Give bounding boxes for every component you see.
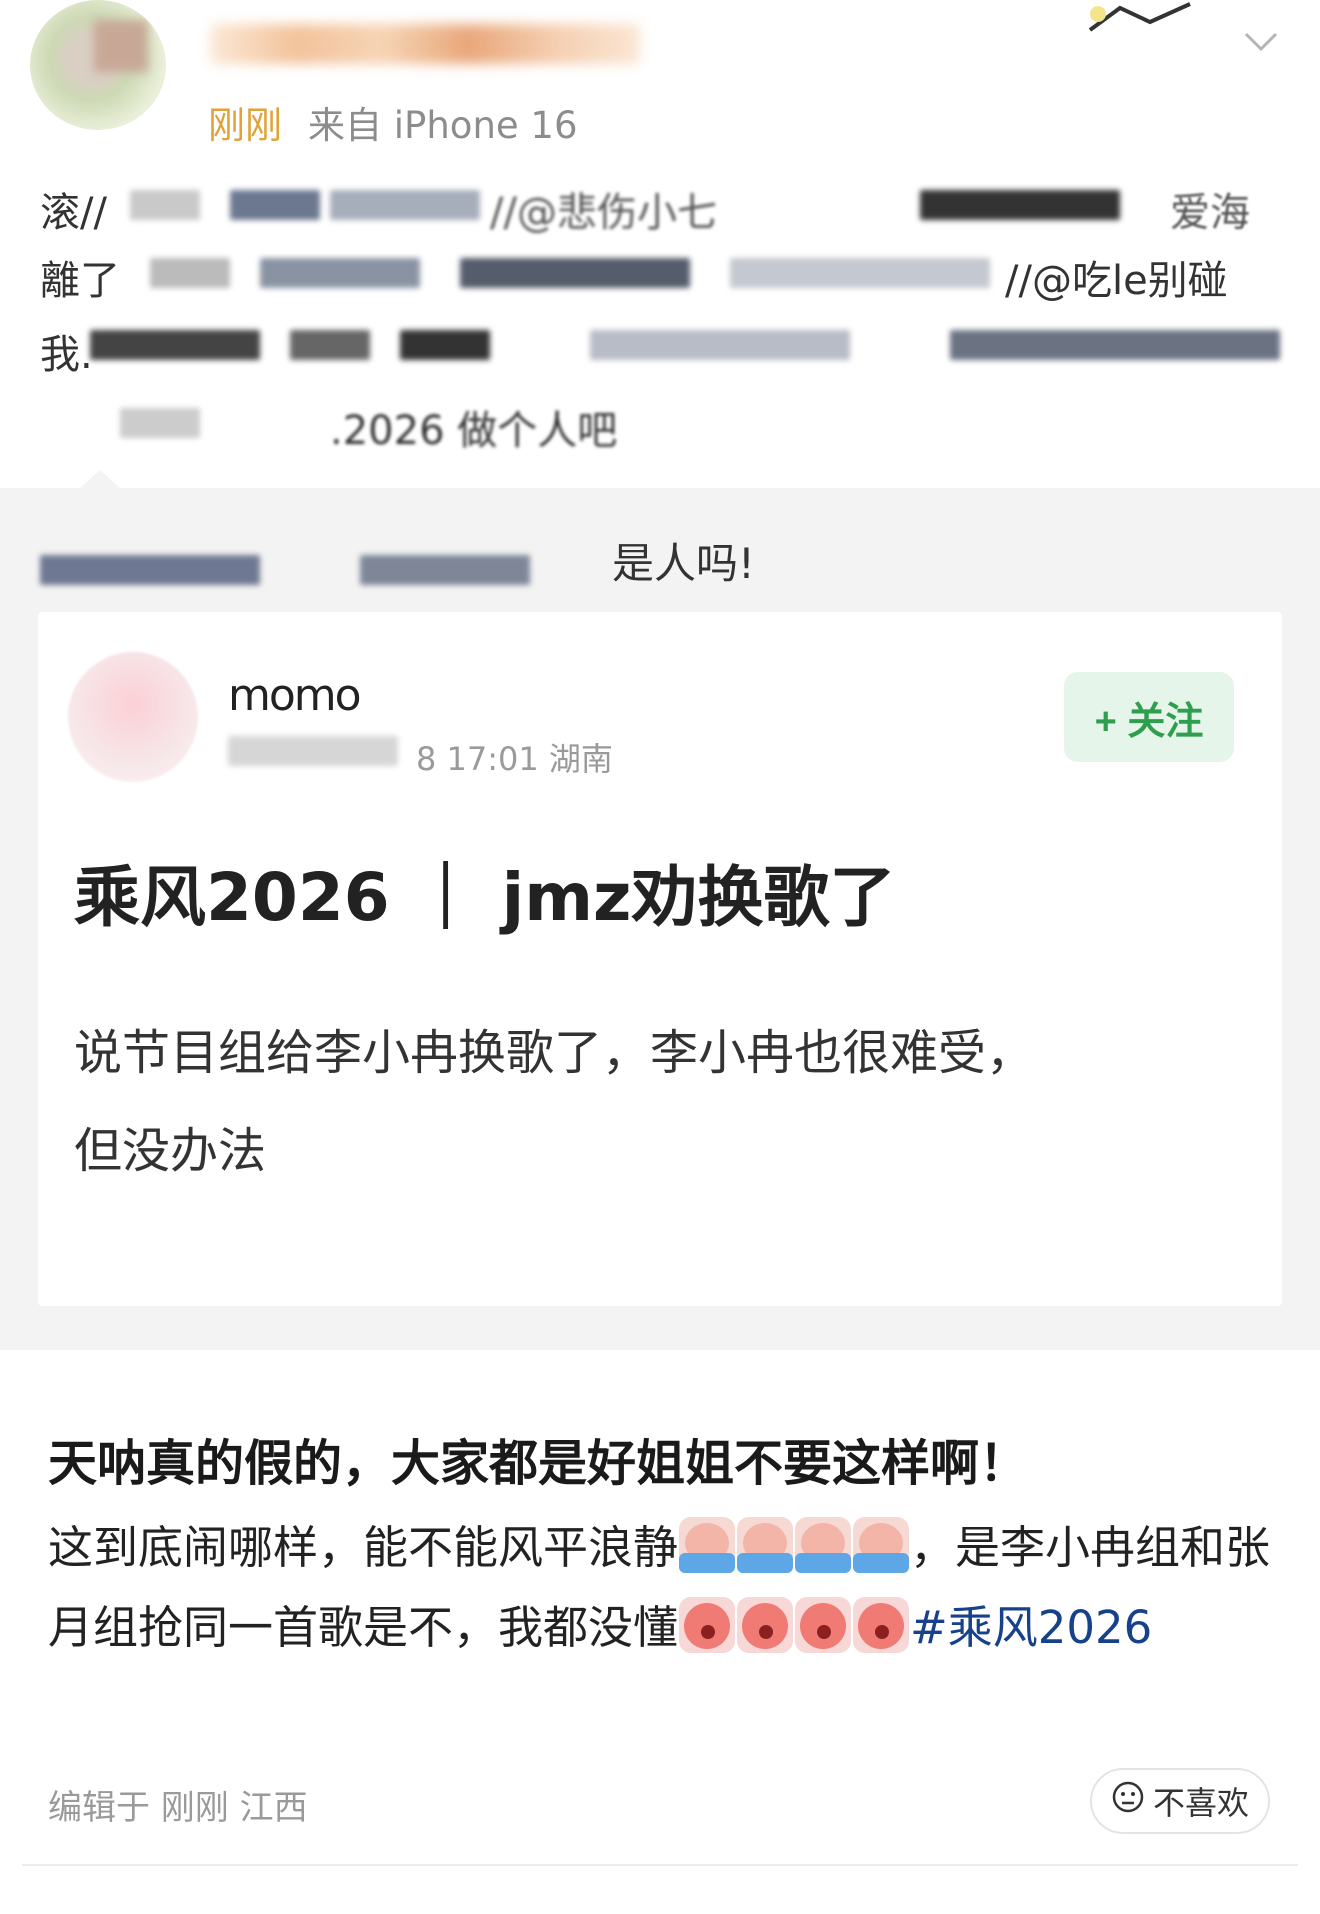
- post-source: 来自 iPhone 16: [308, 104, 578, 147]
- card-avatar[interactable]: [68, 652, 198, 782]
- blur-block: [150, 258, 230, 288]
- blur-block: [120, 408, 200, 438]
- emoji-sad-icon: [737, 1597, 794, 1653]
- dislike-label: 不喜欢: [1152, 1784, 1249, 1822]
- blur-block: [330, 190, 480, 220]
- blur-block: [360, 555, 530, 585]
- divider: [22, 1864, 1298, 1866]
- emoji-crying-icon: [737, 1517, 794, 1573]
- chain-line1-start: 滚//: [40, 190, 107, 236]
- card-body-line2: 但没办法: [74, 1123, 267, 1179]
- card-meta: 8 17:01 湖南: [416, 740, 613, 778]
- author-name-blurred[interactable]: [210, 24, 640, 64]
- blur-block: [400, 330, 490, 360]
- blur-block: [90, 330, 260, 360]
- chevron-down-icon[interactable]: [1240, 20, 1282, 62]
- emoji-sad-icon: [679, 1597, 736, 1653]
- emoji-sad-icon: [853, 1597, 910, 1653]
- author-avatar[interactable]: [30, 0, 166, 130]
- blur-block: [290, 330, 370, 360]
- blur-block: [920, 190, 1120, 220]
- chain-line3-start: 我.: [40, 332, 93, 378]
- blur-block: [40, 555, 260, 585]
- blur-block: [950, 330, 1280, 360]
- dislike-button[interactable]: 不喜欢: [1090, 1768, 1270, 1834]
- embedded-post-card[interactable]: momo 8 17:01 湖南 + 关注 乘风2026 ｜ jmz劝换歌了 说节…: [38, 612, 1282, 1306]
- post-body-part1: 这到底闹哪样，能不能风平浪静: [48, 1521, 679, 1574]
- blur-block: [460, 258, 690, 288]
- chain-line2-start: 離了: [40, 258, 120, 304]
- decoration-image: [1080, 0, 1210, 36]
- card-body-line1: 说节目组给李小冉换歌了，李小冉也很难受，: [74, 1025, 1035, 1081]
- post-time: 刚刚: [208, 104, 282, 147]
- chain-line1-end: 爱海: [1170, 190, 1250, 236]
- blur-block: [730, 258, 990, 288]
- chain-line1-mention[interactable]: //@悲伤小七: [490, 180, 717, 238]
- blur-block: [228, 736, 398, 766]
- dislike-face-icon: [1111, 1780, 1145, 1822]
- hashtag-link[interactable]: #乘风2026: [910, 1601, 1152, 1654]
- repost-comment: 是人吗!: [612, 539, 755, 588]
- chain-line4: .2026 做个人吧: [330, 408, 618, 454]
- repost-pointer: [78, 470, 122, 490]
- blur-block: [130, 190, 200, 220]
- emoji-sad-icon: [795, 1597, 852, 1653]
- card-title: 乘风2026 ｜ jmz劝换歌了: [74, 859, 896, 936]
- card-body: 说节目组给李小冉换歌了，李小冉也很难受， 但没办法: [74, 1004, 1234, 1200]
- emoji-crying-icon: [795, 1517, 852, 1573]
- blur-block: [590, 330, 850, 360]
- post-body: 这到底闹哪样，能不能风平浪静 ，是李小冉组和张月组抢同一首歌是不，我都没懂 #乘风2…: [48, 1508, 1278, 1668]
- emoji-crying-icon: [679, 1517, 736, 1573]
- blur-block: [260, 258, 420, 288]
- follow-button[interactable]: + 关注: [1064, 672, 1234, 762]
- edit-info: 编辑于 刚刚 江西: [48, 1788, 308, 1828]
- blur-block: [230, 190, 320, 220]
- post-title: 天呐真的假的，大家都是好姐姐不要这样啊！: [48, 1435, 1029, 1492]
- card-author-name[interactable]: momo: [228, 670, 362, 721]
- chain-line2-mention[interactable]: //@吃le别碰: [1005, 248, 1228, 306]
- emoji-crying-icon: [853, 1517, 910, 1573]
